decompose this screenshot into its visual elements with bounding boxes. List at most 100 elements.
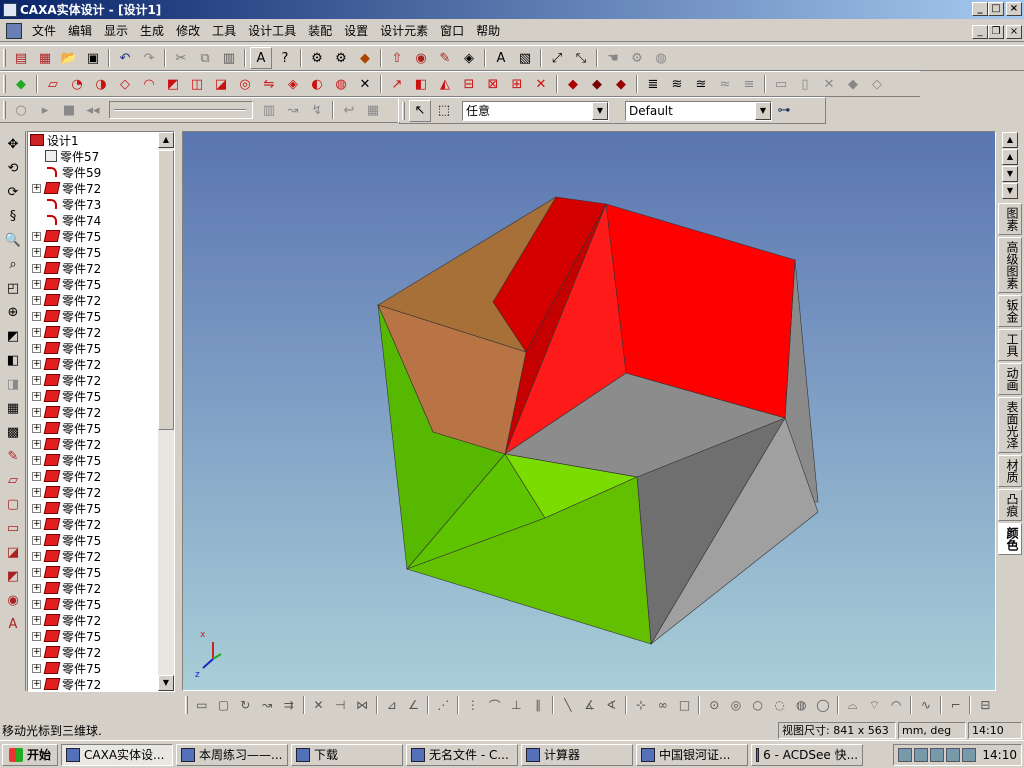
sk-circle6-icon[interactable]: ◯ xyxy=(813,694,833,716)
rewind-icon[interactable]: ◂◂ xyxy=(82,99,104,121)
tree-node[interactable]: + 零件72 xyxy=(28,612,160,628)
view-rotate-icon[interactable]: ⚙ xyxy=(306,47,328,69)
tree-node[interactable]: + 零件72 xyxy=(28,468,160,484)
anim-edit-icon[interactable]: ↩ xyxy=(338,99,360,121)
sketch-icon[interactable]: ◆ xyxy=(10,73,32,95)
tree-node[interactable]: + 零件75 xyxy=(28,244,160,260)
text-tool2-icon[interactable]: A xyxy=(2,613,24,635)
expand-icon[interactable]: + xyxy=(32,327,41,337)
tree-node[interactable]: + 零件72 xyxy=(28,484,160,500)
scroll-up-icon[interactable]: ▲ xyxy=(158,132,174,148)
expand-icon[interactable]: + xyxy=(32,679,41,689)
taskbar-button[interactable]: 本周练习——... xyxy=(176,743,289,766)
text-tool-icon[interactable]: A xyxy=(250,47,272,69)
anim-curve-icon[interactable]: ↯ xyxy=(306,99,328,121)
camera-view-icon[interactable]: ◧ xyxy=(2,349,24,371)
anim-key-icon[interactable]: ▥ xyxy=(258,99,280,121)
view-a-icon[interactable]: ▭ xyxy=(770,73,792,95)
tree-node[interactable]: + 零件75 xyxy=(28,660,160,676)
help-pointer-icon[interactable]: ? xyxy=(274,47,296,69)
shade-tool-icon[interactable]: ◪ xyxy=(2,541,24,563)
tree-node[interactable]: + 零件72 xyxy=(28,260,160,276)
sk-arc2-icon[interactable]: ⌓ xyxy=(843,694,863,716)
tree-node[interactable]: + 零件72 xyxy=(28,372,160,388)
menu-window[interactable]: 窗口 xyxy=(434,20,470,41)
sweep-icon[interactable]: ◑ xyxy=(90,73,112,95)
pattern-icon[interactable]: ◈ xyxy=(282,73,304,95)
taskbar-button[interactable]: 6 - ACDSee 快... xyxy=(751,743,864,766)
expand-icon[interactable]: + xyxy=(32,567,41,577)
expand-icon[interactable]: + xyxy=(32,503,41,513)
taskbar-button[interactable]: 计算器 xyxy=(521,743,634,766)
start-button[interactable]: 开始 xyxy=(2,743,59,766)
sk-corner-icon[interactable]: ⌐ xyxy=(946,694,966,716)
rotate-icon[interactable]: ⟳ xyxy=(2,181,24,203)
section-icon[interactable]: ◐ xyxy=(306,73,328,95)
expand-icon[interactable]: + xyxy=(32,631,41,641)
tree-node[interactable]: 零件59 xyxy=(28,164,160,180)
expand-icon[interactable]: + xyxy=(32,519,41,529)
light-view-icon[interactable]: ◨ xyxy=(2,373,24,395)
tree-node[interactable]: + 零件75 xyxy=(28,420,160,436)
tree-node[interactable]: + 零件72 xyxy=(28,180,160,196)
globe-icon[interactable]: ◍ xyxy=(650,47,672,69)
tree-node[interactable]: + 零件72 xyxy=(28,292,160,308)
expand-icon[interactable]: + xyxy=(32,311,41,321)
slab-tool-icon[interactable]: ▭ xyxy=(2,517,24,539)
sk-angle3-icon[interactable]: ∢ xyxy=(601,694,621,716)
menu-generate[interactable]: 生成 xyxy=(134,20,170,41)
sk-lines-icon[interactable]: ╲ xyxy=(558,694,578,716)
display-mode-icon[interactable]: ▦ xyxy=(2,397,24,419)
scroll-down-icon[interactable]: ▼ xyxy=(158,675,174,691)
view-b-icon[interactable]: ▯ xyxy=(794,73,816,95)
expand-icon[interactable]: + xyxy=(32,487,41,497)
sk-rect-icon[interactable]: ▢ xyxy=(214,694,234,716)
doc-restore-button[interactable]: ❐ xyxy=(988,25,1004,39)
solid-dark-icon[interactable]: ◆ xyxy=(586,73,608,95)
expand-icon[interactable]: + xyxy=(32,535,41,545)
view-d-icon[interactable]: ◆ xyxy=(842,73,864,95)
tree-node[interactable]: + 零件75 xyxy=(28,452,160,468)
sk-construct-icon[interactable]: ⋰ xyxy=(433,694,453,716)
new-icon[interactable]: ▤ xyxy=(10,47,32,69)
sk-link-icon[interactable]: ∞ xyxy=(653,694,673,716)
clock[interactable]: 14:10 xyxy=(982,748,1017,762)
pick-icon[interactable]: ⤢ xyxy=(546,47,568,69)
sk-circle5-icon[interactable]: ◍ xyxy=(791,694,811,716)
tree-node[interactable]: + 零件75 xyxy=(28,628,160,644)
face-offset-icon[interactable]: ◧ xyxy=(410,73,432,95)
spin-icon[interactable]: § xyxy=(2,205,24,227)
minimize-button[interactable]: _ xyxy=(972,2,988,16)
tree-node[interactable]: + 零件72 xyxy=(28,644,160,660)
sk-angle2-icon[interactable]: ∡ xyxy=(580,694,600,716)
center-icon[interactable]: ⊕ xyxy=(2,301,24,323)
gear-icon[interactable]: ⚙ xyxy=(626,47,648,69)
stack2-icon[interactable]: ≋ xyxy=(666,73,688,95)
move-face-icon[interactable]: ↗ xyxy=(386,73,408,95)
zoom-icon[interactable]: 🔍 xyxy=(2,229,24,251)
sk-par-icon[interactable]: ∥ xyxy=(528,694,548,716)
catalog-tab[interactable]: 工具 xyxy=(998,329,1022,361)
camera-icon[interactable]: ◉ xyxy=(410,47,432,69)
cut-icon[interactable]: ✂ xyxy=(170,47,192,69)
tree-root[interactable]: 设计1 xyxy=(28,132,160,148)
expand-icon[interactable]: + xyxy=(32,263,41,273)
expand-icon[interactable]: + xyxy=(32,183,41,193)
view-e-icon[interactable]: ◇ xyxy=(866,73,888,95)
render-icon[interactable]: ◆ xyxy=(354,47,376,69)
menu-tools[interactable]: 工具 xyxy=(206,20,242,41)
menu-design-elements[interactable]: 设计元素 xyxy=(374,20,434,41)
tab-scroll-top-icon[interactable]: ▲ xyxy=(1002,132,1018,148)
tray-network-icon[interactable] xyxy=(898,748,913,762)
tree-node[interactable]: + 零件72 xyxy=(28,356,160,372)
box-tool-icon[interactable]: ▢ xyxy=(2,493,24,515)
paint-icon[interactable]: ✎ xyxy=(434,47,456,69)
chamfer-icon[interactable]: ◩ xyxy=(162,73,184,95)
doc-close-button[interactable]: × xyxy=(1006,25,1022,39)
redo-icon[interactable]: ↷ xyxy=(138,47,160,69)
tray-app3-icon[interactable] xyxy=(946,748,961,762)
view-c-icon[interactable]: ✕ xyxy=(818,73,840,95)
tree-node[interactable]: 零件57 xyxy=(28,148,160,164)
select-pointer-icon[interactable]: ↖ xyxy=(409,99,431,122)
sk-perp-icon[interactable]: ⊥ xyxy=(507,694,527,716)
